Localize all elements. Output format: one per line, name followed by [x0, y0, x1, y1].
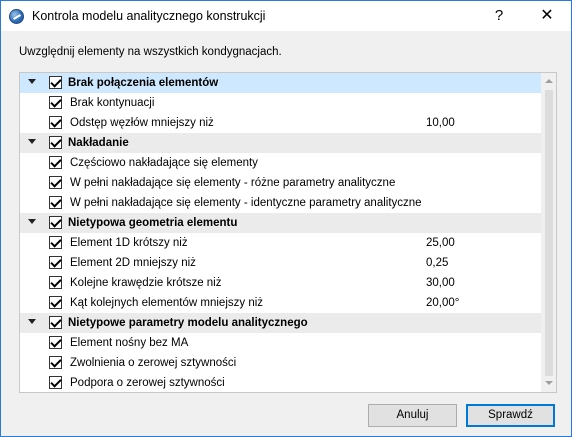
expand-triangle-icon[interactable]: [28, 219, 36, 224]
help-button[interactable]: ?: [487, 4, 511, 28]
window-title: Kontrola modelu analitycznego konstrukcj…: [32, 9, 266, 23]
tree-group-row[interactable]: Nietypowa geometria elementu: [20, 213, 541, 233]
item-checkbox[interactable]: [49, 336, 62, 349]
item-label: Element 1D krótszy niż: [70, 237, 188, 249]
item-checkbox[interactable]: [49, 276, 62, 289]
item-label: Kąt kolejnych elementów mniejszy niż: [70, 297, 264, 309]
group-checkbox[interactable]: [49, 216, 62, 229]
tree-item-row[interactable]: Zwolnienia o zerowej sztywności: [20, 353, 541, 373]
app-icon: [9, 9, 24, 24]
item-value[interactable]: 20,00°: [426, 297, 459, 309]
tree-item-row[interactable]: Odstęp węzłów mniejszy niż 10,00: [20, 113, 541, 133]
item-checkbox[interactable]: [49, 296, 62, 309]
tree-item-row[interactable]: Element 1D krótszy niż 25,00: [20, 233, 541, 253]
group-checkbox[interactable]: [49, 136, 62, 149]
item-label: Podpora o zerowej sztywności: [70, 377, 225, 389]
tree-item-row[interactable]: Brak kontynuacji: [20, 93, 541, 113]
check-button[interactable]: Sprawdź: [466, 404, 555, 427]
group-label: Brak połączenia elementów: [68, 77, 219, 89]
item-checkbox[interactable]: [49, 376, 62, 389]
tree-item-row[interactable]: Podpora o zerowej sztywności: [20, 373, 541, 392]
tree-item-row[interactable]: Element 2D mniejszy niż 0,25: [20, 253, 541, 273]
tree-item-row[interactable]: W pełni nakładające się elementy - ident…: [20, 193, 541, 213]
title-bar: Kontrola modelu analitycznego konstrukcj…: [1, 1, 571, 31]
group-checkbox[interactable]: [49, 76, 62, 89]
item-value[interactable]: 30,00: [426, 277, 455, 289]
group-label: Nakładanie: [68, 137, 129, 149]
item-checkbox[interactable]: [49, 256, 62, 269]
instruction-text: Uwzględnij elementy na wszystkich kondyg…: [19, 46, 282, 58]
cancel-button[interactable]: Anuluj: [368, 404, 457, 427]
tree-item-row[interactable]: Częściowo nakładające się elementy: [20, 153, 541, 173]
tree-item-row[interactable]: Kolejne krawędzie krótsze niż 30,00: [20, 273, 541, 293]
group-label: Nietypowa geometria elementu: [68, 217, 238, 229]
scroll-thumb[interactable]: [545, 90, 553, 376]
tree-group-row[interactable]: Nietypowe parametry modelu analitycznego: [20, 313, 541, 333]
dialog-window: Kontrola modelu analitycznego konstrukcj…: [0, 0, 572, 437]
item-value[interactable]: 0,25: [426, 257, 448, 269]
item-label: W pełni nakładające się elementy - ident…: [70, 197, 422, 209]
scroll-down-arrow-icon[interactable]: [545, 381, 553, 385]
item-value[interactable]: 25,00: [426, 237, 455, 249]
tree-group-row[interactable]: Brak połączenia elementów: [20, 73, 541, 93]
item-checkbox[interactable]: [49, 236, 62, 249]
item-label: Element 2D mniejszy niż: [70, 257, 196, 269]
item-label: Odstęp węzłów mniejszy niż: [70, 117, 214, 129]
check-tree[interactable]: Brak połączenia elementów Brak kontynuacj…: [19, 72, 557, 393]
tree-item-row[interactable]: Kąt kolejnych elementów mniejszy niż 20,0…: [20, 293, 541, 313]
item-label: Element nośny bez MA: [70, 337, 189, 349]
expand-triangle-icon[interactable]: [28, 139, 36, 144]
item-value[interactable]: 10,00: [426, 117, 455, 129]
scroll-up-arrow-icon[interactable]: [545, 79, 553, 83]
expand-triangle-icon[interactable]: [28, 79, 36, 84]
item-checkbox[interactable]: [49, 176, 62, 189]
tree-item-row[interactable]: W pełni nakładające się elementy - różne…: [20, 173, 541, 193]
group-label: Nietypowe parametry modelu analitycznego: [68, 317, 308, 329]
tree-item-row[interactable]: Element nośny bez MA: [20, 333, 541, 353]
item-label: Zwolnienia o zerowej sztywności: [70, 357, 237, 369]
item-checkbox[interactable]: [49, 196, 62, 209]
group-checkbox[interactable]: [49, 316, 62, 329]
item-label: Brak kontynuacji: [70, 97, 155, 109]
tree-group-row[interactable]: Nakładanie: [20, 133, 541, 153]
expand-triangle-icon[interactable]: [28, 319, 36, 324]
item-label: Częściowo nakładające się elementy: [70, 157, 258, 169]
item-label: Kolejne krawędzie krótsze niż: [70, 277, 222, 289]
vertical-scrollbar[interactable]: [541, 73, 556, 392]
item-checkbox[interactable]: [49, 96, 62, 109]
close-button[interactable]: ✕: [533, 4, 561, 28]
item-checkbox[interactable]: [49, 156, 62, 169]
item-checkbox[interactable]: [49, 116, 62, 129]
item-label: W pełni nakładające się elementy - różne…: [70, 177, 396, 189]
item-checkbox[interactable]: [49, 356, 62, 369]
